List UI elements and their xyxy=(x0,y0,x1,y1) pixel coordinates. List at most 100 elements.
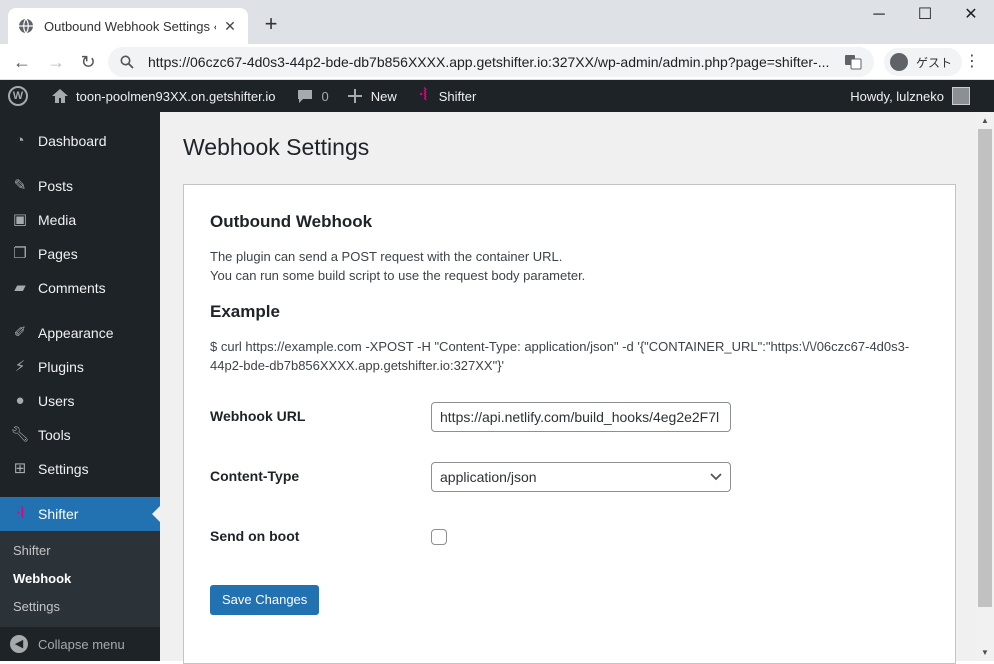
sidebar-item-label: Dashboard xyxy=(38,133,107,149)
collapse-menu-button[interactable]: ◀ Collapse menu xyxy=(0,627,160,661)
submenu-item-webhook[interactable]: Webhook xyxy=(0,565,160,593)
browser-tab[interactable]: Outbound Webhook Settings ‹ kc ✕ xyxy=(8,8,248,44)
scrollbar-thumb[interactable] xyxy=(978,129,992,607)
brush-icon: ✐ xyxy=(13,324,27,341)
sidebar-item-plugins[interactable]: ⚡ Plugins xyxy=(0,350,160,384)
tab-title: Outbound Webhook Settings ‹ kc xyxy=(44,18,216,34)
forward-button[interactable]: → xyxy=(42,48,70,76)
sidebar-item-media[interactable]: ▣ Media xyxy=(0,203,160,237)
sidebar-item-label: Users xyxy=(38,393,75,409)
media-icon: ▣ xyxy=(12,211,28,228)
sidebar-item-posts[interactable]: ✎ Posts xyxy=(0,169,160,203)
settings-icon: ⊞ xyxy=(13,460,27,477)
comments-link[interactable]: 0 xyxy=(287,80,336,112)
pin-icon: ✎ xyxy=(13,177,27,194)
profile-button[interactable]: ゲスト xyxy=(884,48,963,76)
example-code-line-1: $ curl https://example.com -XPOST -H "Co… xyxy=(210,339,910,354)
globe-icon xyxy=(19,18,33,34)
sidebar-item-label: Tools xyxy=(38,427,71,443)
webhook-url-label: Webhook URL xyxy=(210,408,306,424)
content-type-label: Content-Type xyxy=(210,468,300,484)
comment-icon xyxy=(298,90,313,103)
site-name-link[interactable]: toon-poolmen93XX.on.getshifter.io xyxy=(42,80,283,112)
submenu-item-shifter[interactable]: Shifter xyxy=(0,537,160,565)
new-label: New xyxy=(370,88,397,104)
reload-button[interactable]: ↻ xyxy=(74,48,102,76)
site-name: toon-poolmen93XX.on.getshifter.io xyxy=(76,88,276,104)
sidebar-item-users[interactable]: ● Users xyxy=(0,384,160,418)
sidebar-item-dashboard[interactable]: ◔ Dashboard xyxy=(0,124,160,158)
wrench-icon: 🔧︎ xyxy=(10,426,30,443)
send-on-boot-label: Send on boot xyxy=(210,528,300,544)
avatar xyxy=(952,87,970,105)
scroll-down-icon[interactable]: ▼ xyxy=(976,644,994,661)
shifter-label: Shifter xyxy=(438,88,477,104)
shifter-icon: ᐧ⦚ xyxy=(16,505,24,522)
save-changes-button[interactable]: Save Changes xyxy=(210,585,320,615)
user-icon: ● xyxy=(15,392,25,409)
browser-toolbar: ← → ↻ https://06czc67-4d0s3-44p2-bde-db7… xyxy=(0,44,994,80)
main-content: Webhook Settings Outbound Webhook The pl… xyxy=(160,112,976,664)
settings-card: Outbound Webhook The plugin can send a P… xyxy=(183,184,956,664)
send-on-boot-checkbox[interactable] xyxy=(431,529,447,545)
webhook-url-input[interactable]: https://api.netlify.com/build_hooks/4eg2… xyxy=(431,402,731,432)
content-type-value: application/json xyxy=(440,469,537,485)
sidebar-item-label: Posts xyxy=(38,178,74,194)
scroll-up-icon[interactable]: ▲ xyxy=(976,112,994,129)
sidebar-item-label: Comments xyxy=(38,280,106,296)
section-title: Outbound Webhook xyxy=(210,212,373,231)
sidebar-item-pages[interactable]: ❐ Pages xyxy=(0,237,160,271)
profile-label: ゲスト xyxy=(916,55,953,70)
sidebar-item-label: Appearance xyxy=(38,325,114,341)
sidebar-item-label: Settings xyxy=(38,461,89,477)
close-window-button[interactable]: ✕ xyxy=(948,4,994,28)
content-type-select[interactable]: application/json xyxy=(431,462,731,492)
chevron-down-icon xyxy=(710,473,722,481)
plug-icon: ⚡ xyxy=(14,358,26,375)
howdy-text: Howdy, lulzneko xyxy=(850,88,944,104)
submenu-item-settings[interactable]: Settings xyxy=(0,593,160,621)
shifter-icon: ᐧ⦚ xyxy=(418,87,427,104)
shifter-submenu: Shifter Webhook Settings xyxy=(0,531,160,627)
sidebar-item-appearance[interactable]: ✐ Appearance xyxy=(0,316,160,350)
minimize-button[interactable]: ─ xyxy=(856,4,902,28)
back-button[interactable]: ← xyxy=(8,48,36,76)
profile-avatar-icon xyxy=(890,53,908,71)
example-title: Example xyxy=(210,302,280,321)
dashboard-icon: ◔ xyxy=(15,132,25,149)
wp-admin-bar: W toon-poolmen93XX.on.getshifter.io 0 Ne… xyxy=(0,80,994,112)
page-title: Webhook Settings xyxy=(183,134,370,160)
plus-icon xyxy=(347,89,362,103)
sidebar-item-label: Shifter xyxy=(38,506,79,522)
shifter-link[interactable]: ᐧ⦚ Shifter xyxy=(405,80,485,112)
url-text: https://06czc67-4d0s3-44p2-bde-db7b856XX… xyxy=(148,54,830,70)
sidebar-item-label: Pages xyxy=(38,246,78,262)
description-line-2: You can run some build script to use the… xyxy=(210,268,586,283)
collapse-label: Collapse menu xyxy=(38,636,125,652)
sidebar-item-settings[interactable]: ⊞ Settings xyxy=(0,452,160,486)
pages-icon: ❐ xyxy=(13,245,27,262)
home-icon xyxy=(52,89,68,103)
sidebar-item-comments[interactable]: ▰ Comments xyxy=(0,271,160,305)
sidebar-item-shifter[interactable]: ᐧ⦚ Shifter xyxy=(0,497,160,531)
wordpress-logo-icon: W xyxy=(8,86,28,106)
translate-icon[interactable] xyxy=(844,53,862,71)
browser-menu-icon[interactable]: ⋮ xyxy=(962,52,982,72)
new-content-link[interactable]: New xyxy=(337,80,405,112)
sidebar-item-label: Plugins xyxy=(38,359,84,375)
search-icon xyxy=(120,55,134,69)
new-tab-button[interactable]: + xyxy=(258,12,284,38)
my-account[interactable]: Howdy, lulzneko xyxy=(850,80,970,112)
collapse-arrow-icon: ◀ xyxy=(10,635,28,653)
browser-tab-bar: Outbound Webhook Settings ‹ kc ✕ + ─ ☐ ✕ xyxy=(0,0,994,44)
tab-close-icon[interactable]: ✕ xyxy=(222,18,238,34)
address-bar[interactable]: https://06czc67-4d0s3-44p2-bde-db7b856XX… xyxy=(108,47,874,77)
wp-logo-button[interactable]: W xyxy=(0,80,36,112)
sidebar-item-tools[interactable]: 🔧︎ Tools xyxy=(0,418,160,452)
comment-icon: ▰ xyxy=(14,279,26,296)
sidebar-item-label: Media xyxy=(38,212,77,228)
comments-count: 0 xyxy=(321,88,329,104)
maximize-button[interactable]: ☐ xyxy=(902,4,948,28)
admin-sidebar: ◔ Dashboard ✎ Posts ▣ Media ❐ Pages ▰ Co… xyxy=(0,112,160,661)
page-scrollbar[interactable]: ▲ ▼ xyxy=(976,112,994,661)
